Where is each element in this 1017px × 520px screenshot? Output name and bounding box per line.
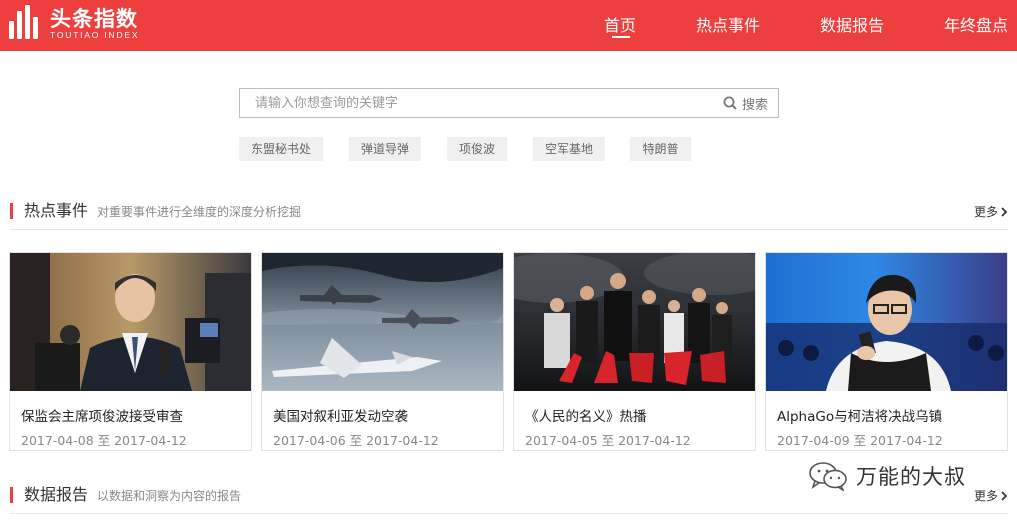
nav-active-indicator (612, 36, 630, 38)
event-card-date: 2017-04-08 至 2017-04-12 (21, 433, 187, 448)
section-title: 热点事件 (24, 201, 89, 220)
event-card-date: 2017-04-09 至 2017-04-12 (777, 433, 943, 448)
search-icon (723, 96, 737, 110)
watermark: 万能的大叔 (808, 458, 966, 494)
nav-home[interactable]: 首页 (604, 12, 636, 36)
event-card[interactable]: 保监会主席项俊波接受审查 2017-04-08 至 2017-04-12 (9, 252, 252, 451)
logo-bars-icon (8, 5, 42, 41)
search-box: 搜索 (239, 88, 779, 118)
section-title: 数据报告 (24, 485, 89, 504)
chevron-right-icon (1001, 490, 1008, 501)
section-subtitle: 以数据和洞察为内容的报告 (97, 489, 242, 503)
more-link[interactable]: 更多 (974, 487, 1008, 504)
hot-tag[interactable]: 空军基地 (533, 137, 605, 161)
logo-title: 头条指数 (50, 6, 138, 31)
chevron-right-icon (1001, 206, 1008, 217)
hot-tag[interactable]: 特朗普 (630, 137, 691, 161)
section-divider (10, 229, 1008, 230)
event-card[interactable]: AlphaGo与柯洁将决战乌镇 2017-04-09 至 2017-04-12 (765, 252, 1008, 451)
hot-tag[interactable]: 项俊波 (447, 137, 507, 161)
search-button-label: 搜索 (741, 97, 768, 113)
event-card[interactable]: 美国对叙利亚发动空袭 2017-04-06 至 2017-04-12 (261, 252, 504, 451)
event-card-title: 《人民的名义》热播 (525, 409, 647, 425)
watermark-text: 万能的大叔 (856, 465, 966, 489)
search-input[interactable] (240, 89, 700, 117)
event-card-image (514, 253, 755, 391)
section-accent-bar (10, 203, 13, 219)
event-card-image (766, 253, 1007, 391)
event-card-image (10, 253, 251, 391)
hot-tag[interactable]: 弹道导弹 (349, 137, 421, 161)
event-card-title: AlphaGo与柯洁将决战乌镇 (777, 409, 943, 425)
event-card-date: 2017-04-05 至 2017-04-12 (525, 433, 691, 448)
nav-data-reports[interactable]: 数据报告 (820, 12, 884, 36)
event-card-image (262, 253, 503, 391)
wechat-icon (809, 462, 847, 491)
top-navigation-bar: 头条指数 TOUTIAO INDEX 首页 热点事件 数据报告 年终盘点 (0, 0, 1017, 51)
event-card[interactable]: 《人民的名义》热播 2017-04-05 至 2017-04-12 (513, 252, 756, 451)
nav-year-review[interactable]: 年终盘点 (944, 12, 1008, 36)
section-subtitle: 对重要事件进行全维度的深度分析挖掘 (97, 205, 302, 219)
section-accent-bar (10, 487, 13, 503)
event-card-title: 保监会主席项俊波接受审查 (21, 409, 183, 425)
section-divider (10, 513, 1008, 514)
logo-subtitle: TOUTIAO INDEX (50, 29, 140, 40)
more-link[interactable]: 更多 (974, 203, 1008, 220)
nav-hot-events[interactable]: 热点事件 (696, 12, 760, 36)
event-card-title: 美国对叙利亚发动空袭 (273, 409, 408, 425)
event-card-date: 2017-04-06 至 2017-04-12 (273, 433, 439, 448)
hot-events-header: 热点事件 对重要事件进行全维度的深度分析挖掘 更多 (10, 200, 1008, 240)
hot-search-tags: 东盟秘书处 弹道导弹 项俊波 空军基地 特朗普 (0, 137, 1017, 161)
hot-tag[interactable]: 东盟秘书处 (239, 137, 323, 161)
site-logo[interactable]: 头条指数 TOUTIAO INDEX (8, 4, 139, 44)
search-button[interactable]: 搜索 (723, 89, 768, 117)
